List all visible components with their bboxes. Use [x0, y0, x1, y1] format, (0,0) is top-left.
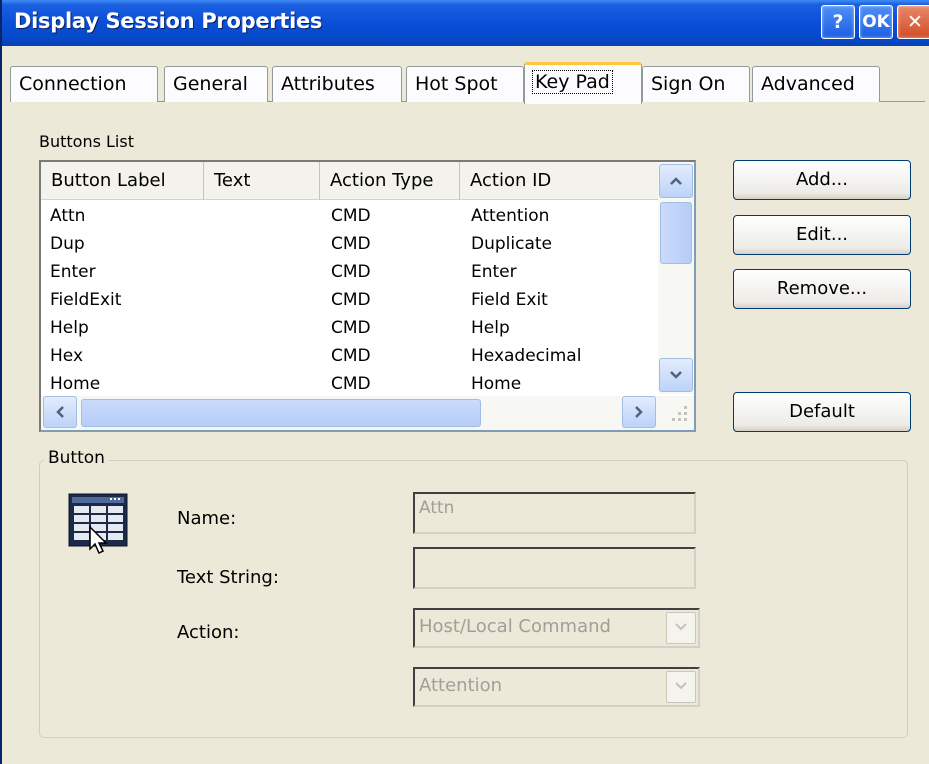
action-type-value: Host/Local Command [419, 616, 611, 637]
remove-button[interactable]: Remove... [733, 269, 911, 309]
properties-window: Display Session Properties ? OK ✕ Connec… [0, 0, 929, 764]
cell-action-type: CMD [331, 290, 371, 310]
scroll-down-button[interactable] [659, 358, 693, 392]
list-row[interactable]: FieldExit CMD Field Exit [41, 286, 658, 314]
chevron-right-icon [635, 406, 643, 418]
cell-action-id: Hexadecimal [471, 346, 582, 366]
scroll-left-button[interactable] [43, 396, 77, 428]
tab-advanced[interactable]: Advanced [752, 66, 880, 102]
column-header-action-type[interactable]: Action Type [320, 162, 460, 200]
grip-icon [672, 406, 687, 421]
button-group-title: Button [44, 448, 109, 468]
cell-button-label: Attn [50, 206, 86, 226]
list-row[interactable]: Home CMD Home [41, 370, 658, 398]
action-id-dropdown-button[interactable] [666, 671, 696, 703]
window-title: Display Session Properties [14, 9, 323, 33]
cell-action-type: CMD [331, 206, 371, 226]
cell-button-label: Help [50, 318, 89, 338]
column-header-button-label[interactable]: Button Label [41, 162, 204, 200]
cell-action-type: CMD [331, 346, 371, 366]
cell-action-type: CMD [331, 234, 371, 254]
list-row[interactable]: Dup CMD Duplicate [41, 230, 658, 258]
tab-attributes[interactable]: Attributes [272, 66, 402, 102]
horizontal-scroll-thumb[interactable] [81, 399, 481, 427]
column-header-action-id[interactable]: Action ID [460, 162, 658, 200]
cell-action-type: CMD [331, 374, 371, 394]
action-id-select[interactable]: Attention [413, 667, 700, 707]
keypad-icon [68, 493, 128, 555]
default-button[interactable]: Default [733, 392, 911, 432]
list-row[interactable]: Attn CMD Attention [41, 202, 658, 230]
ok-button[interactable]: OK [859, 5, 893, 39]
add-button[interactable]: Add... [733, 160, 911, 200]
action-id-value: Attention [419, 675, 503, 696]
tab-key-pad[interactable]: Key Pad [524, 62, 642, 104]
close-button[interactable]: ✕ [897, 5, 929, 39]
vertical-scrollbar[interactable] [658, 162, 694, 394]
list-rows: Attn CMD Attention Dup CMD Duplicate Ent… [41, 202, 658, 398]
list-row[interactable]: Enter CMD Enter [41, 258, 658, 286]
chevron-down-icon [675, 623, 687, 631]
name-label: Name: [177, 508, 237, 529]
vertical-scroll-thumb[interactable] [660, 202, 692, 264]
list-row[interactable]: Hex CMD Hexadecimal [41, 342, 658, 370]
chevron-up-icon [670, 177, 682, 185]
chevron-down-icon [670, 371, 682, 379]
list-row[interactable]: Help CMD Help [41, 314, 658, 342]
list-header: Button Label Text Action Type Action ID [41, 162, 658, 200]
column-header-text[interactable]: Text [204, 162, 320, 200]
scroll-up-button[interactable] [659, 164, 693, 198]
text-string-label: Text String: [177, 567, 279, 588]
buttons-list-view[interactable]: Button Label Text Action Type Action ID … [39, 160, 696, 432]
cell-action-id: Duplicate [471, 234, 552, 254]
scroll-right-button[interactable] [622, 396, 656, 428]
cell-button-label: FieldExit [50, 290, 122, 310]
chevron-down-icon [675, 682, 687, 690]
cell-action-id: Home [471, 374, 522, 394]
tab-sign-on[interactable]: Sign On [642, 66, 750, 102]
buttons-list-label: Buttons List [39, 132, 134, 151]
edit-button[interactable]: Edit... [733, 215, 911, 255]
cell-button-label: Home [50, 374, 101, 394]
size-grip[interactable] [658, 396, 694, 430]
tab-hot-spot[interactable]: Hot Spot [406, 66, 524, 102]
cell-action-type: CMD [331, 318, 371, 338]
tab-strip: Connection General Attributes Hot Spot K… [10, 62, 925, 104]
horizontal-scrollbar[interactable] [41, 396, 658, 430]
action-type-select[interactable]: Host/Local Command [413, 608, 700, 648]
cell-action-id: Enter [471, 262, 517, 282]
tab-general[interactable]: General [164, 66, 268, 102]
tab-connection[interactable]: Connection [10, 66, 158, 102]
cell-action-id: Field Exit [471, 290, 548, 310]
name-field[interactable]: Attn [413, 492, 696, 534]
action-type-dropdown-button[interactable] [666, 612, 696, 644]
text-string-field[interactable] [413, 547, 696, 589]
action-label: Action: [177, 622, 240, 643]
cell-action-id: Help [471, 318, 510, 338]
title-bar[interactable]: Display Session Properties ? OK ✕ [2, 0, 929, 46]
cell-button-label: Dup [50, 234, 85, 254]
cell-action-id: Attention [471, 206, 550, 226]
chevron-left-icon [56, 406, 64, 418]
cell-button-label: Enter [50, 262, 96, 282]
help-button[interactable]: ? [821, 5, 855, 39]
cell-button-label: Hex [50, 346, 84, 366]
cell-action-type: CMD [331, 262, 371, 282]
